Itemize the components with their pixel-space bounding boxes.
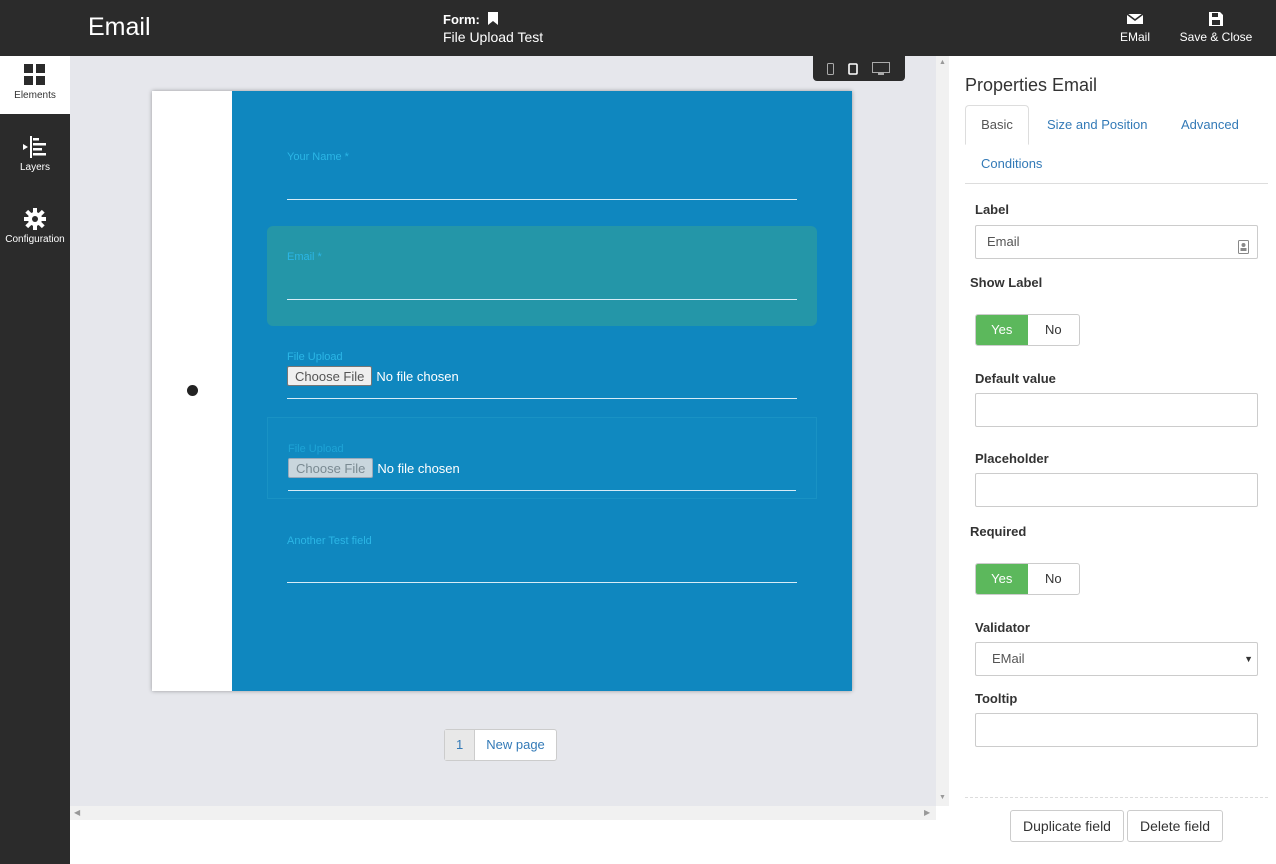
tab-advanced[interactable]: Advanced	[1181, 117, 1239, 132]
save-close-label: Save & Close	[1179, 30, 1253, 44]
tab-conditions[interactable]: Conditions	[981, 156, 1042, 171]
field-label: File Upload	[287, 351, 343, 363]
field-label: Your Name *	[287, 151, 349, 163]
desktop-icon[interactable]	[872, 62, 890, 81]
save-close-button[interactable]: Save & Close	[1174, 12, 1258, 44]
tooltip-input[interactable]	[975, 713, 1258, 747]
field-underline	[287, 582, 797, 583]
file-input: Choose File No file chosen	[288, 458, 460, 478]
panel-divider	[965, 797, 1268, 798]
page-1[interactable]: 1	[445, 730, 476, 760]
horizontal-scrollbar[interactable]: ◀ ▶	[70, 806, 936, 820]
field-file-upload[interactable]: File Upload Choose File No file chosen	[287, 351, 797, 401]
tab-basic[interactable]: Basic	[965, 105, 1029, 145]
label-input[interactable]: Email	[975, 225, 1258, 259]
default-value-input[interactable]	[975, 393, 1258, 427]
choose-file-button[interactable]: Choose File	[288, 458, 374, 478]
page-title: Email	[88, 13, 151, 41]
form-preview: Your Name * Email * File Upload Choose F…	[152, 91, 852, 691]
grid-icon	[24, 64, 45, 85]
sidebar-item-label: Elements	[14, 90, 56, 101]
placeholder-title: Placeholder	[975, 451, 1049, 466]
file-input: Choose File No file chosen	[287, 366, 459, 386]
duplicate-field-button[interactable]: Duplicate field	[1010, 810, 1124, 842]
canvas-area: Your Name * Email * File Upload Choose F…	[70, 56, 936, 806]
label-title: Label	[975, 202, 1009, 217]
choose-file-button[interactable]: Choose File	[287, 366, 373, 386]
required-toggle: Yes No	[975, 563, 1080, 595]
properties-panel: Properties Email Basic Size and Position…	[950, 56, 1276, 864]
email-button-label: EMail	[1119, 30, 1150, 44]
floppy-icon	[1174, 12, 1258, 28]
field-label: File Upload	[288, 443, 344, 455]
tooltip-title: Tooltip	[975, 691, 1018, 706]
sidebar: Elements Layers Configuration	[0, 56, 70, 864]
show-label-title: Show Label	[970, 275, 1043, 290]
layers-icon	[23, 136, 46, 158]
form-name: File Upload Test	[443, 29, 544, 45]
contact-card-icon[interactable]	[1238, 234, 1249, 266]
top-bar: Email Form: File Upload Test EMail Save …	[0, 0, 1276, 56]
show-label-no[interactable]: No	[1028, 315, 1080, 345]
field-label: Another Test field	[287, 535, 372, 547]
gear-icon	[24, 208, 46, 230]
required-yes[interactable]: Yes	[976, 564, 1028, 594]
required-title: Required	[970, 524, 1027, 539]
delete-field-button[interactable]: Delete field	[1127, 810, 1223, 842]
tab-size-position[interactable]: Size and Position	[1047, 117, 1147, 132]
show-label-toggle: Yes No	[975, 314, 1080, 346]
validator-select[interactable]: EMail ▼	[975, 642, 1258, 676]
sidebar-item-label: Configuration	[5, 234, 65, 245]
chevron-down-icon: ▼	[1244, 654, 1253, 664]
sidebar-item-elements[interactable]: Elements	[0, 56, 70, 114]
form-body: Your Name * Email * File Upload Choose F…	[232, 91, 852, 691]
bookmark-icon	[487, 12, 498, 29]
validator-title: Validator	[975, 620, 1030, 635]
envelope-icon	[1112, 12, 1158, 28]
form-info: Form: File Upload Test	[443, 11, 543, 46]
field-label: Email *	[287, 251, 322, 263]
drag-handle[interactable]	[187, 385, 198, 396]
file-status: No file chosen	[377, 460, 460, 476]
form-label: Form:	[443, 12, 480, 27]
label-input-value: Email	[987, 234, 1020, 249]
field-your-name[interactable]: Your Name *	[287, 151, 797, 201]
pagination: 1 New page	[444, 729, 557, 761]
field-file-upload-2[interactable]: File Upload Choose File No file chosen	[288, 443, 796, 493]
properties-title: Properties Email	[965, 75, 1098, 95]
field-underline	[287, 199, 797, 200]
tabs-divider	[965, 183, 1268, 184]
field-underline	[287, 398, 797, 399]
file-status: No file chosen	[376, 368, 459, 384]
field-another-test[interactable]: Another Test field	[287, 535, 797, 585]
device-switcher	[813, 56, 905, 81]
field-email[interactable]: Email *	[287, 251, 797, 301]
validator-value: EMail	[992, 651, 1025, 666]
email-button[interactable]: EMail	[1112, 12, 1158, 44]
sidebar-item-configuration[interactable]: Configuration	[0, 200, 70, 258]
show-label-yes[interactable]: Yes	[976, 315, 1028, 345]
vertical-scrollbar[interactable]: ▲ ▼	[936, 56, 949, 806]
tablet-icon[interactable]	[848, 62, 858, 80]
sidebar-item-layers[interactable]: Layers	[0, 128, 70, 186]
field-underline	[288, 490, 796, 491]
required-no[interactable]: No	[1028, 564, 1080, 594]
sidebar-item-label: Layers	[19, 162, 50, 173]
default-value-title: Default value	[975, 371, 1056, 386]
new-page-button[interactable]: New page	[475, 730, 556, 760]
field-underline	[287, 299, 797, 300]
phone-icon[interactable]	[827, 62, 834, 80]
placeholder-input[interactable]	[975, 473, 1258, 507]
